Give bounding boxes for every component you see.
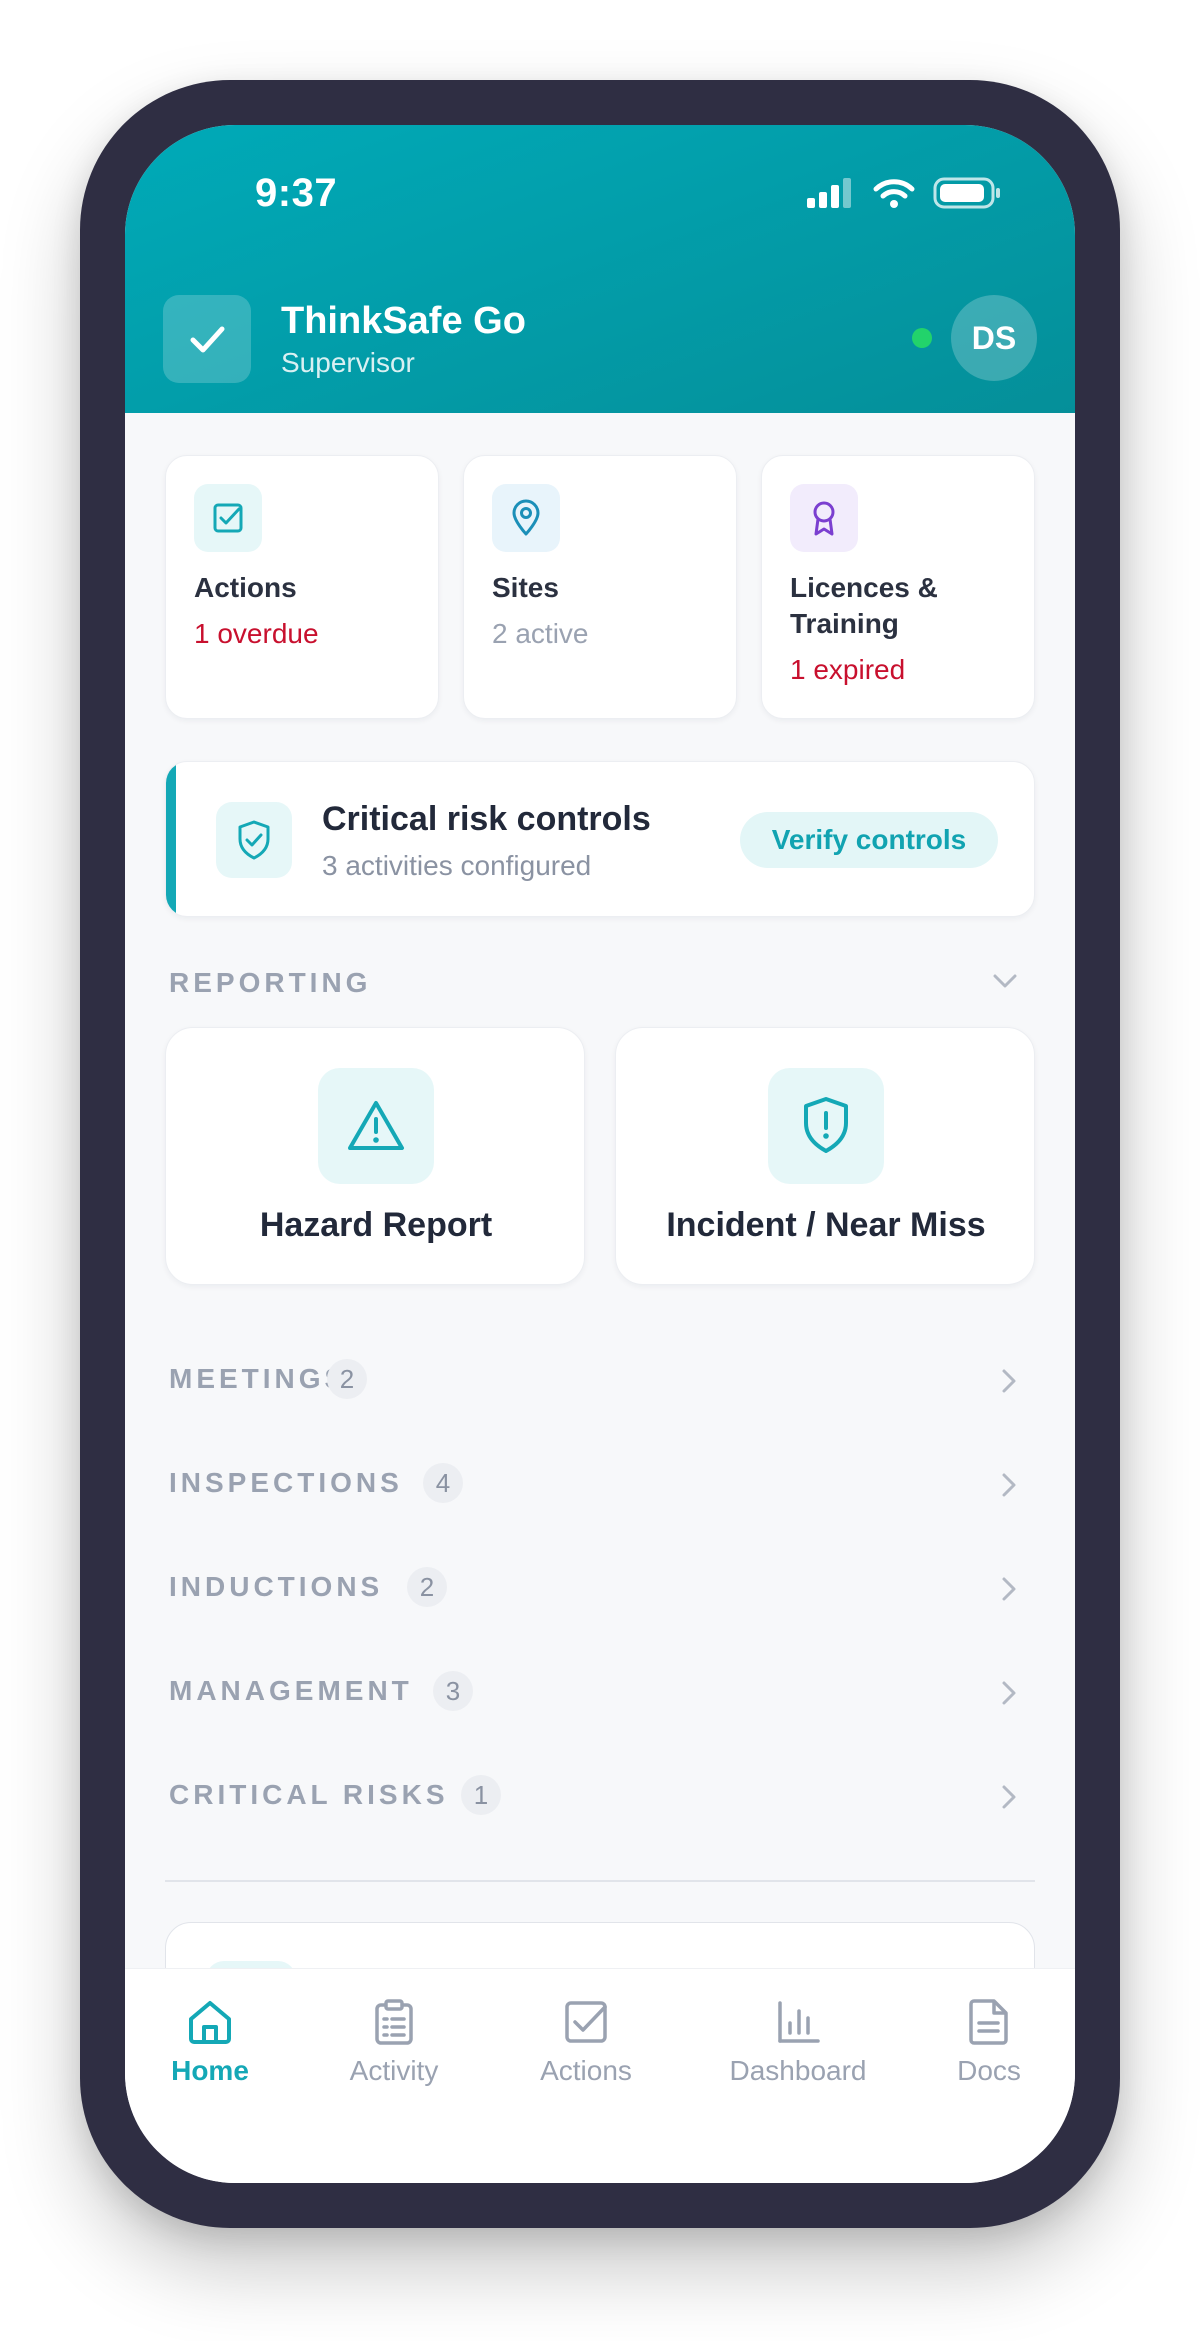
section-label: CRITICAL RISKS xyxy=(169,1779,449,1810)
chevron-right-icon xyxy=(1002,1681,1016,1705)
wifi-icon xyxy=(873,179,915,208)
app-logo xyxy=(163,295,251,383)
online-status-dot xyxy=(912,328,932,348)
shield-check-icon xyxy=(216,802,292,878)
stat-title: Sites xyxy=(492,572,559,603)
count-badge: 2 xyxy=(407,1567,447,1607)
count-badge: 4 xyxy=(423,1463,463,1503)
section-row-meetings[interactable]: MEETINGS 2 xyxy=(125,1341,1075,1421)
section-label: INDUCTIONS xyxy=(169,1571,384,1602)
section-row-management[interactable]: MANAGEMENT 3 xyxy=(125,1653,1075,1733)
cellular-signal-icon xyxy=(807,178,851,208)
count-badge: 2 xyxy=(327,1359,367,1399)
nav-item-actions[interactable]: Actions xyxy=(531,1997,641,2087)
chevron-right-icon xyxy=(1002,1369,1016,1393)
divider xyxy=(165,1880,1035,1882)
stat-card-licences-training[interactable]: Licences & Training 1 expired xyxy=(761,455,1035,719)
nav-item-docs[interactable]: Docs xyxy=(949,1997,1029,2087)
phone-screen: 9:37 ThinkSafe Go Supervisor DS Actions … xyxy=(125,125,1075,2183)
checkbox-icon xyxy=(194,484,262,552)
bar-chart-icon xyxy=(778,2001,820,2043)
stat-subtitle: 2 active xyxy=(492,618,589,649)
shield-alert-icon xyxy=(768,1068,884,1184)
status-icons xyxy=(807,177,1001,209)
user-role: Supervisor xyxy=(281,347,415,378)
document-icon xyxy=(969,1999,1008,2045)
nav-label: Dashboard xyxy=(729,2055,867,2086)
chevron-right-icon xyxy=(1002,1785,1016,1809)
chevron-right-icon xyxy=(1002,1473,1016,1497)
nav-label: Actions xyxy=(540,2055,632,2086)
accent-bar xyxy=(166,762,176,916)
stat-title: Licences & Training xyxy=(790,572,938,639)
app-header: 9:37 ThinkSafe Go Supervisor DS xyxy=(125,125,1075,413)
nav-label: Home xyxy=(171,2055,249,2086)
award-icon xyxy=(790,484,858,552)
section-row-inductions[interactable]: INDUCTIONS 2 xyxy=(125,1549,1075,1629)
checkmark-icon xyxy=(190,326,225,353)
chevron-down-icon[interactable] xyxy=(991,971,1019,991)
chevron-right-icon xyxy=(1002,1577,1016,1601)
clipboard-icon xyxy=(375,1999,413,2045)
status-time: 9:37 xyxy=(255,171,338,215)
nav-item-home[interactable]: Home xyxy=(165,1997,255,2087)
stat-card-actions[interactable]: Actions 1 overdue xyxy=(165,455,439,719)
stat-subtitle: 1 overdue xyxy=(194,618,319,649)
stage: 9:37 ThinkSafe Go Supervisor DS Actions … xyxy=(0,0,1200,2341)
critical-risk-card[interactable]: Critical risk controls 3 activities conf… xyxy=(165,761,1035,917)
stat-card-sites[interactable]: Sites 2 active xyxy=(463,455,737,719)
section-label: MANAGEMENT xyxy=(169,1675,413,1706)
nav-label: Activity xyxy=(349,2055,439,2086)
avatar[interactable]: DS xyxy=(951,295,1037,381)
home-icon xyxy=(189,2001,231,2044)
stat-title: Actions xyxy=(194,572,297,603)
section-label: INSPECTIONS xyxy=(169,1467,403,1498)
nav-label: Docs xyxy=(957,2055,1021,2086)
map-pin-icon xyxy=(492,484,560,552)
reporting-section-label: REPORTING xyxy=(169,967,372,998)
incident-near-miss-card[interactable]: Incident / Near Miss xyxy=(615,1027,1035,1285)
verify-controls-button[interactable]: Verify controls xyxy=(740,812,998,868)
critical-card-subtitle: 3 activities configured xyxy=(322,850,592,881)
bottom-nav: Home Activity Actions Dashboard Docs xyxy=(125,1968,1075,2183)
report-card-label: Hazard Report xyxy=(259,1206,493,1244)
report-card-label: Incident / Near Miss xyxy=(666,1206,986,1244)
stat-subtitle: 1 expired xyxy=(790,654,906,685)
hazard-report-card[interactable]: Hazard Report xyxy=(165,1027,585,1285)
nav-item-activity[interactable]: Activity xyxy=(339,1997,449,2087)
battery-icon xyxy=(933,177,1000,209)
phone-frame: 9:37 ThinkSafe Go Supervisor DS Actions … xyxy=(80,80,1120,2228)
checkbox-icon xyxy=(565,2001,607,2043)
count-badge: 3 xyxy=(433,1671,473,1711)
warning-triangle-icon xyxy=(318,1068,434,1184)
app-title: ThinkSafe Go xyxy=(281,300,526,342)
section-row-critical-risks[interactable]: CRITICAL RISKS 1 xyxy=(125,1757,1075,1837)
section-row-inspections[interactable]: INSPECTIONS 4 xyxy=(125,1445,1075,1525)
count-badge: 1 xyxy=(461,1775,501,1815)
nav-item-dashboard[interactable]: Dashboard xyxy=(719,1997,877,2087)
critical-card-title: Critical risk controls xyxy=(322,800,651,838)
section-label: MEETINGS xyxy=(169,1363,348,1394)
